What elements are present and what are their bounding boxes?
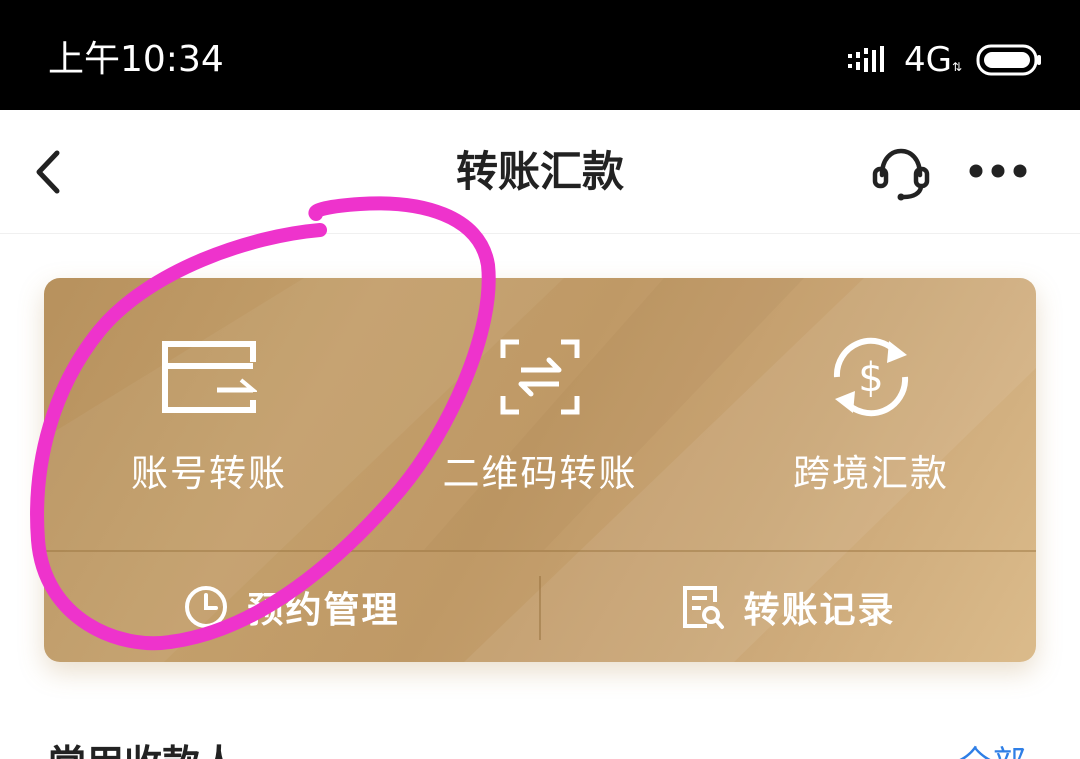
headset-icon <box>872 148 930 201</box>
nav-bar: 转账汇款 <box>0 110 1080 234</box>
status-time: 上午10:34 <box>48 39 224 80</box>
status-bar: 上午10:34 4G ⇅ <box>0 0 1080 110</box>
more-dots-icon <box>969 164 1027 178</box>
transfer-records-label: 转账记录 <box>743 590 896 631</box>
cross-border-remittance-label: 跨境汇款 <box>793 452 949 495</box>
dollar-exchange-icon: $ <box>821 332 921 422</box>
qr-scan-transfer-icon <box>490 332 590 422</box>
data-activity-icon: ⇅ <box>951 60 962 74</box>
transfer-records-button[interactable]: 转账记录 <box>541 552 1036 662</box>
scheduled-management-button[interactable]: 预约管理 <box>44 552 539 662</box>
account-transfer-item[interactable]: 账号转账 <box>44 278 374 550</box>
network-type: 4G <box>903 40 952 80</box>
signal-strength-icon <box>847 46 884 72</box>
cross-border-remittance-item[interactable]: $ 跨境汇款 <box>706 278 1036 550</box>
svg-text:$: $ <box>858 355 883 401</box>
card-transfer-icon <box>159 332 259 422</box>
clock-icon <box>185 586 228 628</box>
customer-service-button[interactable] <box>868 144 934 204</box>
more-button[interactable] <box>962 148 1034 194</box>
qr-transfer-item[interactable]: 二维码转账 <box>375 278 705 550</box>
account-transfer-label: 账号转账 <box>131 452 287 495</box>
view-all-link[interactable]: 全部 <box>958 740 1026 759</box>
qr-transfer-label: 二维码转账 <box>442 452 638 495</box>
scheduled-management-label: 预约管理 <box>247 590 400 631</box>
status-indicators: 4G ⇅ <box>847 40 1042 80</box>
battery-icon <box>976 44 1041 76</box>
record-search-icon <box>683 586 725 629</box>
section-title: 常用收款人 <box>48 740 238 759</box>
transfer-menu-card: 账号转账 二维码转账 $ 跨境汇款 预约管理 转账记录 <box>44 278 1036 662</box>
